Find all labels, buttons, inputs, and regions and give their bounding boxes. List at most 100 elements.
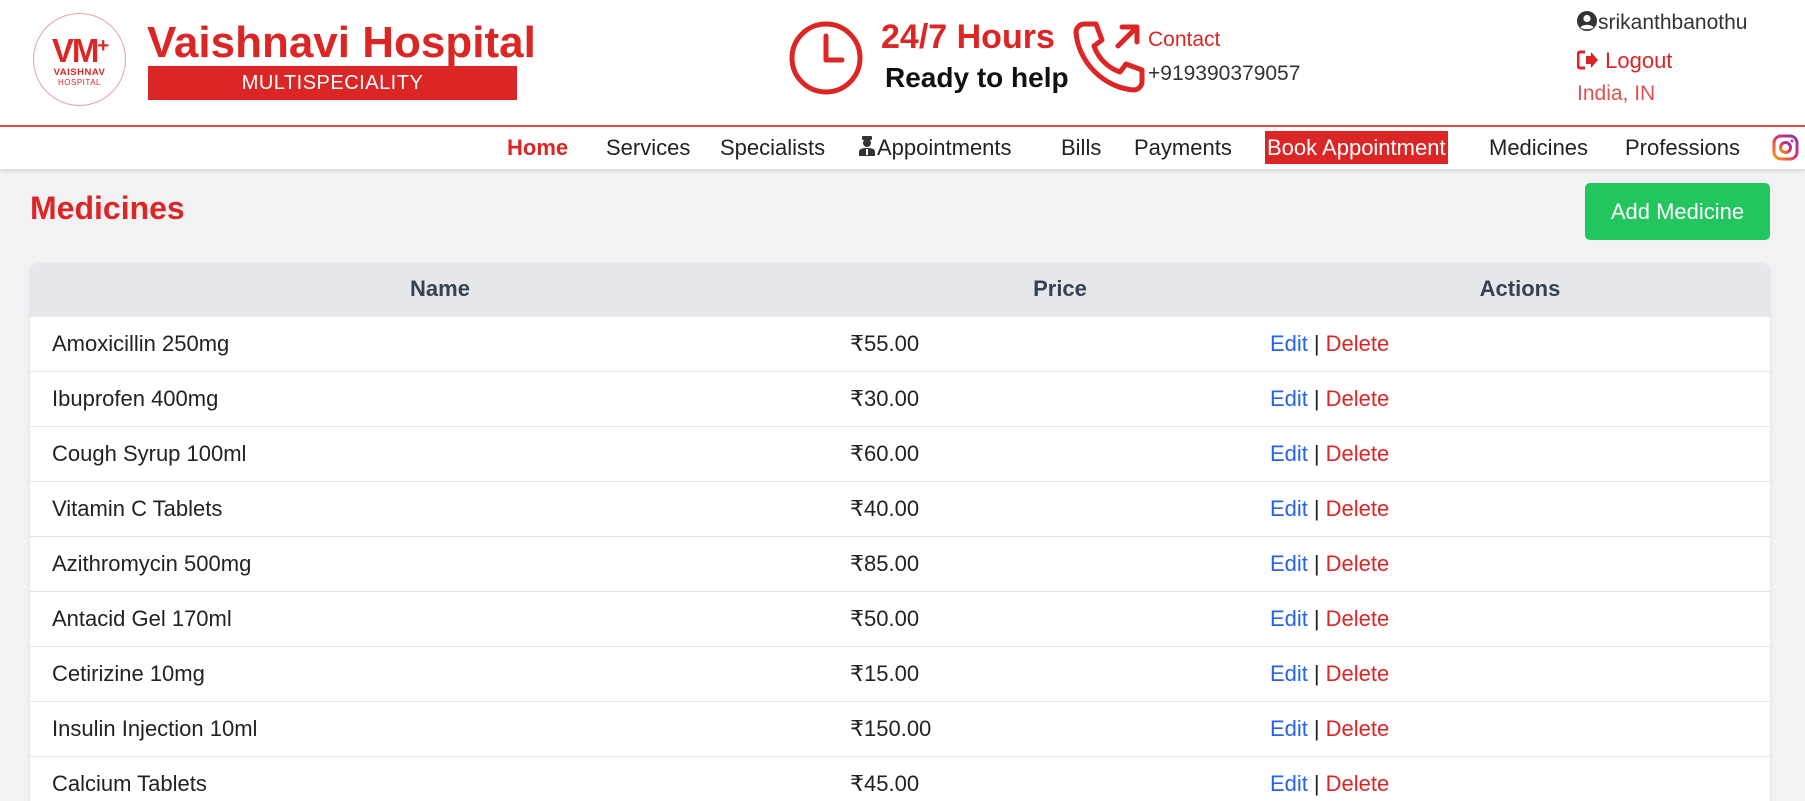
edit-link[interactable]: Edit — [1270, 606, 1308, 631]
row-actions: Edit | Delete — [1270, 646, 1770, 701]
nav-book-appointment[interactable]: Book Appointment — [1265, 131, 1448, 164]
row-actions: Edit | Delete — [1270, 481, 1770, 536]
brand-subtitle: MULTISPECIALITY — [148, 66, 517, 100]
phone-number[interactable]: +919390379057 — [1148, 62, 1300, 86]
action-separator: | — [1313, 715, 1320, 741]
nav-professions[interactable]: Professions — [1625, 127, 1740, 169]
medicine-price: ₹15.00 — [850, 660, 920, 686]
hospital-logo[interactable]: VM+ VAISHNAV HOSPITAL — [33, 13, 126, 106]
edit-link[interactable]: Edit — [1270, 331, 1308, 356]
row-actions: Edit | Delete — [1270, 756, 1770, 801]
user-account[interactable]: srikanthbanothu — [1576, 10, 1747, 35]
main-nav: Home Services Specialists Appointments B… — [0, 127, 1805, 169]
clock-icon — [789, 21, 863, 95]
row-actions: Edit | Delete — [1270, 701, 1770, 756]
action-separator: | — [1313, 660, 1320, 686]
medicine-price: ₹55.00 — [850, 330, 920, 356]
medicine-name: Vitamin C Tablets — [52, 495, 223, 521]
hours-label: 24/7 Hours — [881, 18, 1055, 56]
action-separator: | — [1313, 550, 1320, 576]
logo-plus: + — [97, 35, 109, 57]
delete-link[interactable]: Delete — [1326, 661, 1390, 686]
table-row: Azithromycin 500mg ₹85.00 Edit | Delete — [30, 536, 1770, 591]
edit-link[interactable]: Edit — [1270, 496, 1308, 521]
action-separator: | — [1313, 330, 1320, 356]
medicine-name: Antacid Gel 170ml — [52, 605, 232, 631]
edit-link[interactable]: Edit — [1270, 551, 1308, 576]
nav-home[interactable]: Home — [507, 127, 568, 169]
nav-payments[interactable]: Payments — [1134, 127, 1232, 169]
instagram-icon[interactable] — [1772, 134, 1799, 161]
logout-link[interactable]: Logout — [1576, 48, 1673, 74]
contact-link[interactable]: Contact — [1148, 28, 1220, 52]
medicine-price: ₹50.00 — [850, 605, 920, 631]
row-actions: Edit | Delete — [1270, 536, 1770, 591]
medicine-price: ₹60.00 — [850, 440, 920, 466]
site-header: VM+ VAISHNAV HOSPITAL Vaishnavi Hospital… — [0, 0, 1805, 127]
medicine-name: Cetirizine 10mg — [52, 660, 205, 686]
action-separator: | — [1313, 495, 1320, 521]
delete-link[interactable]: Delete — [1326, 331, 1390, 356]
delete-link[interactable]: Delete — [1326, 606, 1390, 631]
medicine-name: Amoxicillin 250mg — [52, 330, 230, 356]
delete-link[interactable]: Delete — [1326, 496, 1390, 521]
medicine-name: Cough Syrup 100ml — [52, 440, 247, 466]
edit-link[interactable]: Edit — [1270, 716, 1308, 741]
user-circle-icon — [1577, 11, 1597, 31]
nav-bills[interactable]: Bills — [1061, 127, 1101, 169]
table-row: Amoxicillin 250mg ₹55.00 Edit | Delete — [30, 316, 1770, 371]
medicine-price: ₹85.00 — [850, 550, 920, 576]
nav-services[interactable]: Services — [606, 127, 690, 169]
medicine-price: ₹40.00 — [850, 495, 920, 521]
edit-link[interactable]: Edit — [1270, 661, 1308, 686]
table-row: Insulin Injection 10ml ₹150.00 Edit | Dele… — [30, 701, 1770, 756]
medicines-table: Name Price Actions Amoxicillin 250mg ₹55… — [30, 263, 1770, 801]
edit-link[interactable]: Edit — [1270, 386, 1308, 411]
row-actions: Edit | Delete — [1270, 591, 1770, 646]
add-medicine-button[interactable]: Add Medicine — [1585, 183, 1770, 240]
delete-link[interactable]: Delete — [1326, 386, 1390, 411]
delete-link[interactable]: Delete — [1326, 441, 1390, 466]
delete-link[interactable]: Delete — [1326, 771, 1390, 796]
action-separator: | — [1313, 385, 1320, 411]
phone-icon — [1073, 21, 1145, 93]
table-row: Vitamin C Tablets ₹40.00 Edit | Delete — [30, 481, 1770, 536]
column-header-actions: Actions — [1479, 276, 1561, 302]
logo-line2: HOSPITAL — [58, 78, 101, 87]
page-title: Medicines — [30, 190, 185, 226]
row-actions: Edit | Delete — [1270, 316, 1770, 371]
medicine-price: ₹30.00 — [850, 385, 920, 411]
logout-label: Logout — [1605, 48, 1673, 73]
nav-appointments[interactable]: Appointments — [857, 127, 1012, 169]
doctor-icon — [859, 136, 875, 156]
table-row: Ibuprofen 400mg ₹30.00 Edit | Delete — [30, 371, 1770, 426]
logo-line1: VAISHNAV — [53, 67, 106, 78]
logout-icon — [1576, 50, 1598, 70]
medicine-name: Azithromycin 500mg — [52, 550, 252, 576]
edit-link[interactable]: Edit — [1270, 771, 1308, 796]
locale-label: India, IN — [1577, 82, 1656, 105]
medicine-price: ₹45.00 — [850, 770, 920, 796]
table-row: Cough Syrup 100ml ₹60.00 Edit | Delete — [30, 426, 1770, 481]
logo-mark: VM — [51, 32, 99, 69]
action-separator: | — [1313, 605, 1320, 631]
table-row: Antacid Gel 170ml ₹50.00 Edit | Delete — [30, 591, 1770, 646]
column-header-price: Price — [1033, 276, 1087, 302]
row-actions: Edit | Delete — [1270, 426, 1770, 481]
nav-specialists[interactable]: Specialists — [720, 127, 825, 169]
nav-medicines[interactable]: Medicines — [1489, 127, 1588, 169]
edit-link[interactable]: Edit — [1270, 441, 1308, 466]
username: srikanthbanothu — [1598, 11, 1748, 34]
medicine-name: Insulin Injection 10ml — [52, 715, 258, 741]
nav-appointments-label: Appointments — [877, 135, 1012, 160]
brand-name[interactable]: Vaishnavi Hospital — [147, 18, 536, 68]
medicine-name: Ibuprofen 400mg — [52, 385, 219, 411]
table-row: Cetirizine 10mg ₹15.00 Edit | Delete — [30, 646, 1770, 701]
delete-link[interactable]: Delete — [1326, 716, 1390, 741]
column-header-name: Name — [410, 276, 470, 302]
table-header-row: Name Price Actions — [30, 263, 1770, 316]
ready-label: Ready to help — [885, 62, 1069, 93]
action-separator: | — [1313, 440, 1320, 466]
row-actions: Edit | Delete — [1270, 371, 1770, 426]
delete-link[interactable]: Delete — [1326, 551, 1390, 576]
